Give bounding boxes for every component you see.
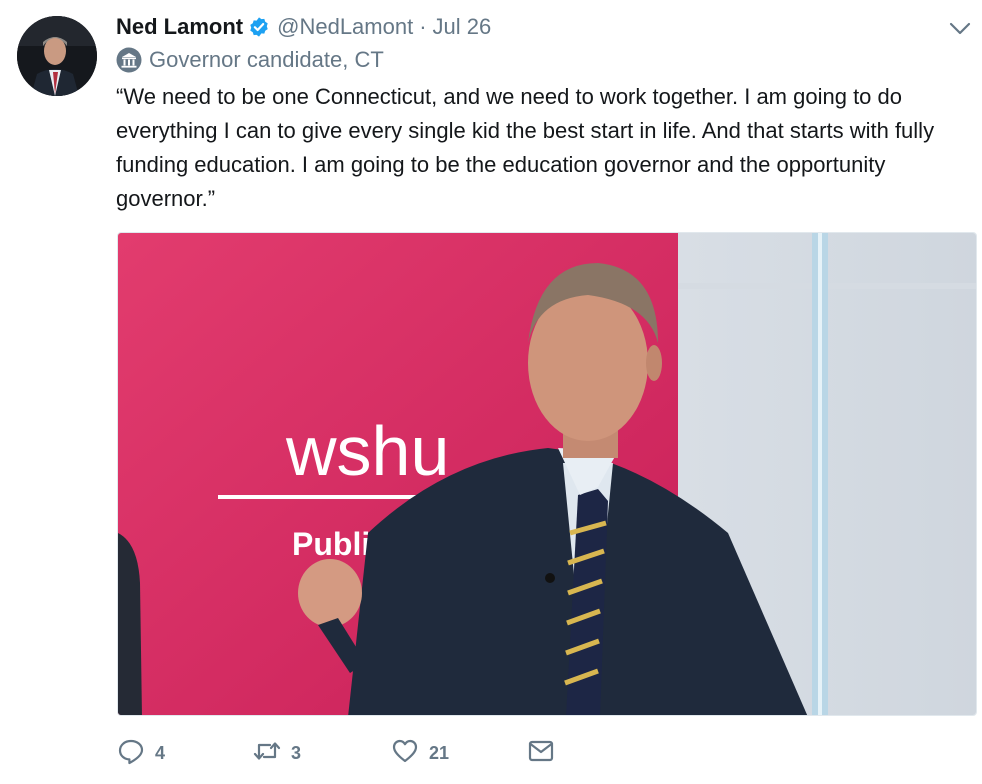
reply-button[interactable]: 4 (117, 736, 165, 770)
heart-icon (391, 737, 419, 770)
author-avatar[interactable] (17, 16, 97, 96)
reply-icon (117, 737, 145, 770)
tweet-actions: 4 3 21 (117, 736, 617, 770)
author-name[interactable]: Ned Lamont (116, 14, 243, 40)
verified-badge-icon (248, 16, 270, 38)
separator-dot: · (419, 14, 427, 39)
label-text: Governor candidate, CT (149, 47, 384, 72)
like-button[interactable]: 21 (391, 736, 449, 770)
author-handle[interactable]: @NedLamont (277, 14, 413, 40)
retweet-icon (253, 737, 281, 770)
like-count: 21 (429, 742, 450, 763)
government-label: Governor candidate, CT (116, 46, 384, 74)
direct-message-button[interactable] (527, 736, 555, 770)
envelope-icon (527, 737, 555, 770)
chevron-down-icon[interactable] (948, 18, 972, 38)
retweet-button[interactable]: 3 (253, 736, 301, 770)
tweet-text: “We need to be one Connecticut, and we n… (116, 84, 935, 211)
banner-brand-text: wshu (285, 412, 449, 490)
tweet-photo[interactable]: wshu Public Ra (117, 232, 977, 716)
retweet-count: 3 (291, 742, 302, 763)
photo-illustration: wshu Public Ra (118, 233, 976, 715)
government-building-icon (116, 47, 142, 73)
reply-count: 4 (155, 742, 166, 763)
tweet-header: Ned Lamont @NedLamont · Jul 26 (116, 12, 491, 42)
tweet-date[interactable]: Jul 26 (433, 14, 492, 40)
avatar-photo (17, 16, 97, 96)
